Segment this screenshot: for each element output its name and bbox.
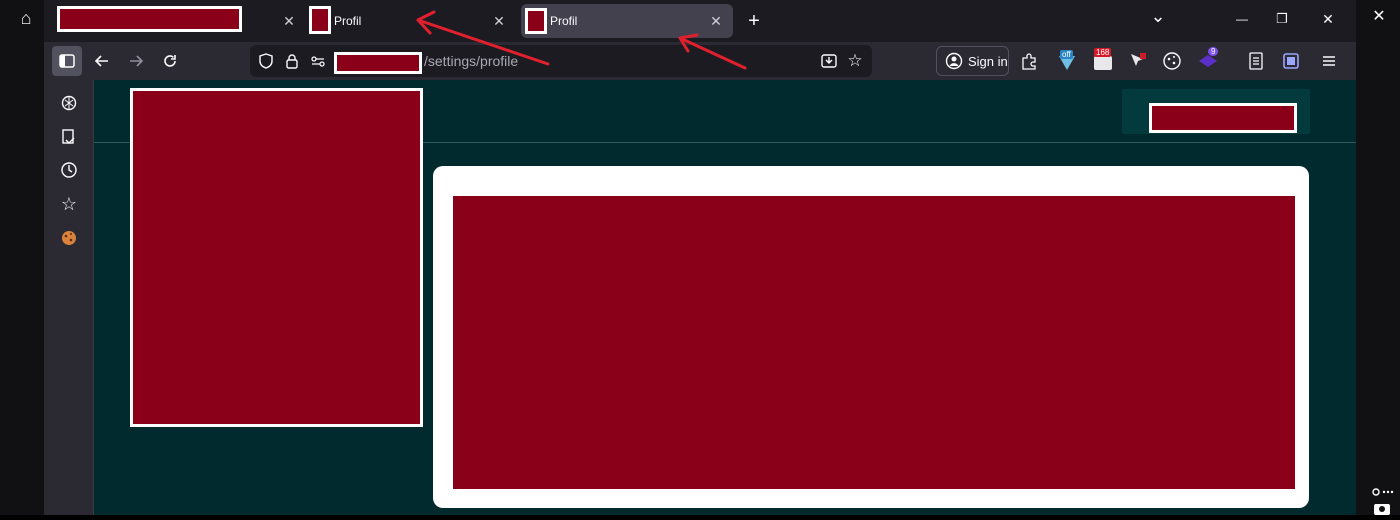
annotation-arrow [416,10,550,66]
annotation-arrows [416,10,747,70]
annotation-arrow [678,33,747,70]
